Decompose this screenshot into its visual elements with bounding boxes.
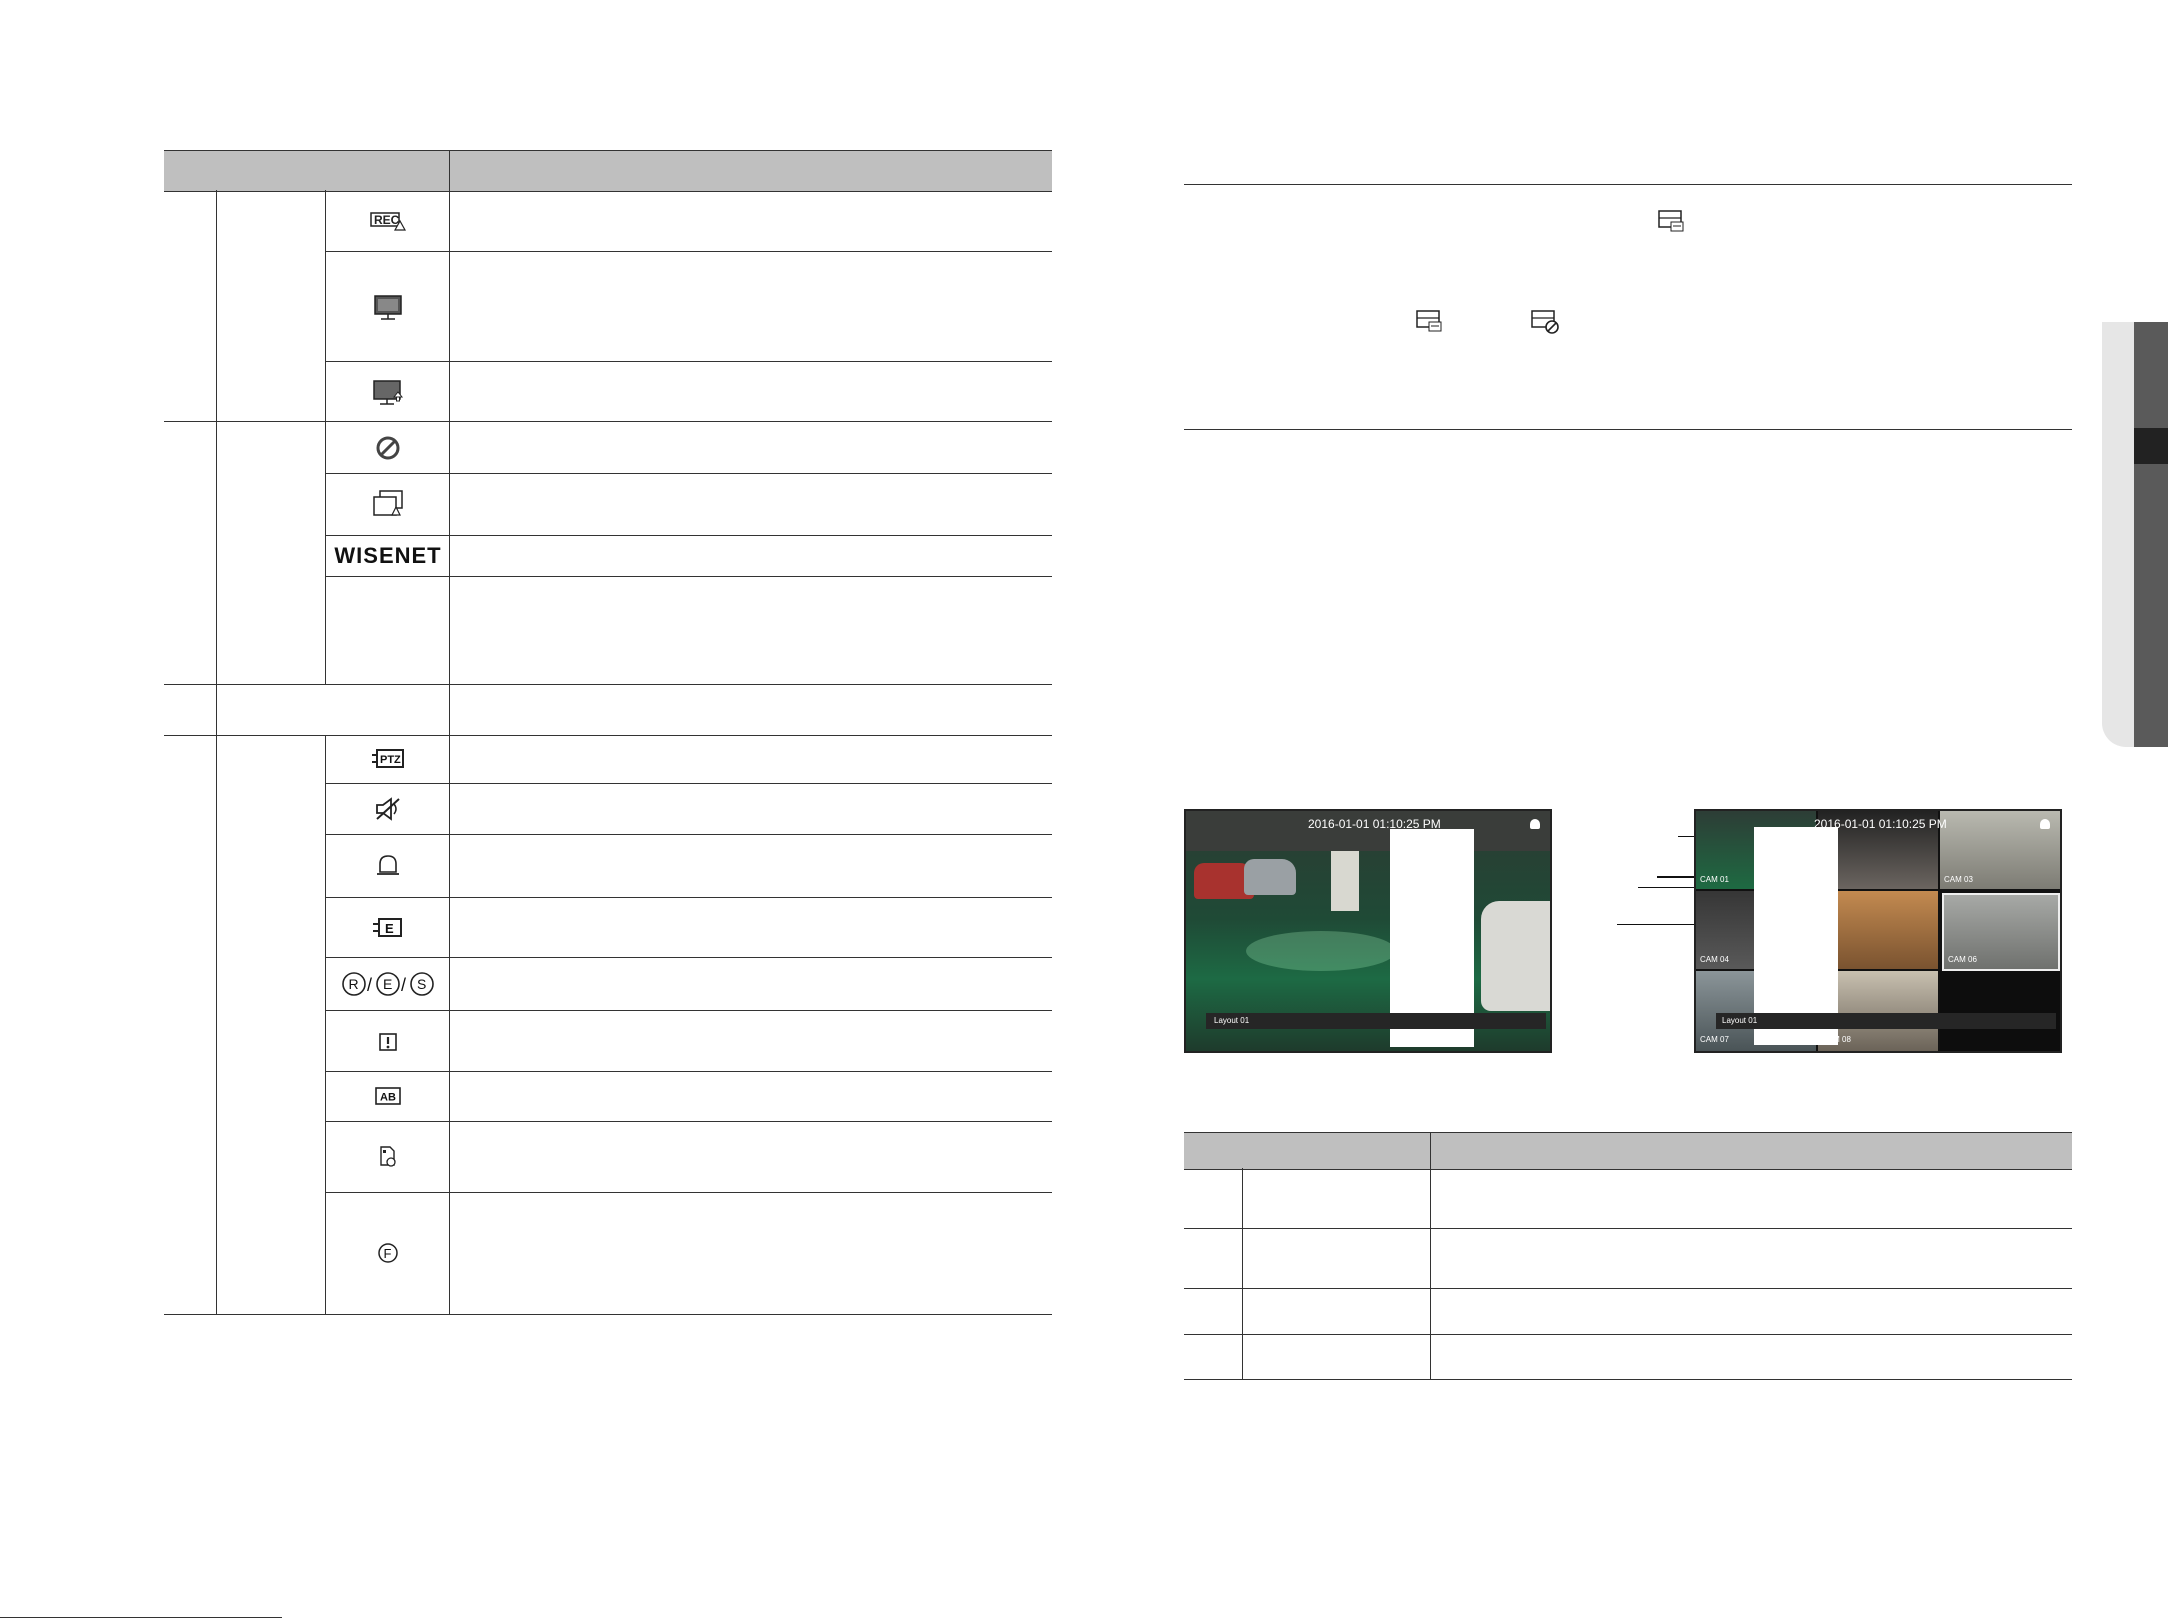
left-table-header bbox=[164, 150, 1052, 192]
cam-label-7: CAM 07 bbox=[1700, 1035, 1729, 1044]
f-icon-text: F bbox=[384, 1246, 392, 1261]
ptz-icon-text: PTZ bbox=[380, 754, 401, 766]
right-table-header bbox=[1184, 1132, 2072, 1170]
warning-box-icon bbox=[365, 1025, 411, 1059]
event-record-icon: E bbox=[365, 910, 411, 946]
ab-icon: AB bbox=[365, 1080, 411, 1112]
single-view-layout-label: Layout 01 bbox=[1214, 1016, 1250, 1025]
f-circle-icon: F bbox=[365, 1236, 411, 1270]
cam-label-1: CAM 01 bbox=[1700, 875, 1729, 884]
footer-rule bbox=[0, 1617, 282, 1618]
ptz-icon: PTZ bbox=[365, 743, 411, 775]
multi-view-layout-label: Layout 01 bbox=[1722, 1016, 1758, 1025]
rec-icon-text: REC bbox=[374, 213, 400, 227]
screenshot-single-view: 2016-01-01 01:10:25 PM Layout 01 bbox=[1184, 809, 1552, 1053]
cam-tile-9 bbox=[1940, 971, 2060, 1051]
section-rule-top bbox=[1184, 184, 2072, 185]
hdd-check-icon bbox=[1413, 307, 1445, 335]
file-settings-icon bbox=[365, 1140, 411, 1174]
event-record-icon-text: E bbox=[385, 921, 394, 936]
white-car bbox=[1481, 901, 1550, 1011]
floor-reflection bbox=[1246, 931, 1396, 971]
bottom-toolbar bbox=[1206, 1013, 1546, 1029]
wisenet-logo-icon: WISENET bbox=[334, 540, 442, 572]
slash-1: / bbox=[367, 975, 372, 995]
monitor-icon bbox=[365, 290, 411, 326]
wisenet-logo-text: WISENET bbox=[334, 543, 442, 568]
screenshot-multi-view: 2016-01-01 01:10:25 PM CAM 01 CAM 03 CAM… bbox=[1694, 809, 2062, 1053]
windows-alert-icon bbox=[365, 487, 411, 521]
user-icon bbox=[2040, 819, 2050, 829]
prohibited-icon bbox=[365, 432, 411, 464]
left-header-divider bbox=[449, 150, 450, 190]
rec-icon: REC bbox=[365, 208, 411, 234]
parked-car-silver bbox=[1244, 859, 1296, 895]
alarm-bell-icon bbox=[365, 848, 411, 884]
cam-label-6: CAM 06 bbox=[1948, 955, 1977, 964]
section-rule-middle bbox=[1184, 429, 2072, 430]
speaker-mute-icon bbox=[365, 792, 411, 826]
monitor-upload-icon bbox=[365, 375, 411, 411]
ab-icon-text: AB bbox=[380, 1092, 396, 1104]
hdd-blocked-icon bbox=[1528, 307, 1562, 337]
res-mode-icons: R / E / S bbox=[338, 966, 438, 1002]
r-icon-text: R bbox=[349, 976, 359, 992]
hdd-icon bbox=[1655, 207, 1687, 235]
e-icon-text: E bbox=[383, 976, 392, 992]
slash-2: / bbox=[401, 975, 406, 995]
bottom-toolbar bbox=[1716, 1013, 2056, 1029]
pillar bbox=[1331, 851, 1359, 911]
cam-label-3: CAM 03 bbox=[1944, 875, 1973, 884]
s-icon-text: S bbox=[417, 976, 426, 992]
cam-label-4: CAM 04 bbox=[1700, 955, 1729, 964]
chapter-side-tab-active bbox=[2134, 428, 2168, 464]
chapter-side-tab-strip bbox=[2134, 322, 2168, 747]
user-icon bbox=[1530, 819, 1540, 829]
